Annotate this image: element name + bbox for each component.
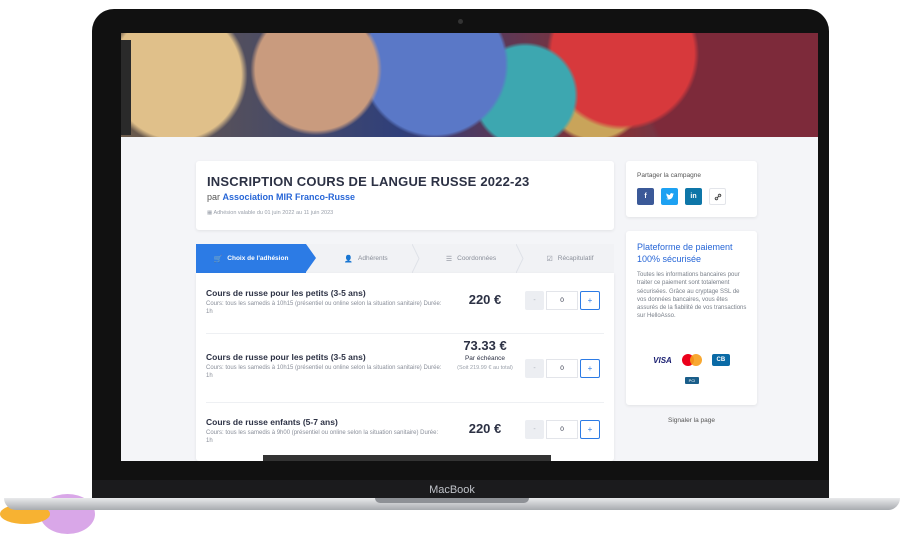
- divider: [206, 402, 604, 403]
- membership-list: Cours de russe pour les petits (3-5 ans)…: [196, 273, 614, 461]
- quantity-input[interactable]: 0: [546, 291, 578, 310]
- secure-payment-panel: Plateforme de paiement 100% sécurisée To…: [626, 231, 757, 405]
- installment-label: Par échéance: [464, 355, 506, 362]
- tab-adherents[interactable]: 👤 Adhérents: [316, 244, 416, 273]
- validity-label: Adhésion valable du 01 juin 2022 au 11 j…: [213, 210, 334, 216]
- quantity-input[interactable]: 0: [546, 359, 578, 378]
- item-title: Cours de russe pour les petits (3-5 ans): [206, 288, 366, 298]
- tab-choix-adhesion[interactable]: 🛒 Choix de l'adhésion: [196, 244, 306, 273]
- organizer-line: par Association MIR Franco-Russe: [207, 192, 355, 202]
- check-icon: ☑: [546, 255, 553, 263]
- checkout-steps: 🛒 Choix de l'adhésion 👤 Adhérents ☰ Coor…: [196, 244, 614, 273]
- decrement-button[interactable]: -: [525, 359, 544, 378]
- payment-title: Plateforme de paiement 100% sécurisée: [637, 242, 733, 264]
- laptop-notch: [375, 498, 529, 503]
- cart-icon: 🛒: [213, 255, 223, 263]
- share-title: Partager la campagne: [637, 172, 701, 179]
- link-icon[interactable]: [709, 188, 726, 205]
- bottom-overlay: [263, 455, 551, 461]
- item-title: Cours de russe pour les petits (3-5 ans): [206, 352, 366, 362]
- item-price: 220 €: [468, 292, 502, 307]
- tab-recapitulatif[interactable]: ☑ Récapitulatif: [526, 244, 614, 273]
- payment-logos: VISA CB: [626, 354, 757, 366]
- step-label: Adhérents: [358, 255, 388, 262]
- item-price: 73.33 €: [463, 338, 507, 353]
- increment-button[interactable]: +: [580, 291, 600, 310]
- twitter-icon[interactable]: [661, 188, 678, 205]
- page-title: INSCRIPTION COURS DE LANGUE RUSSE 2022-2…: [207, 174, 530, 189]
- by-prefix: par: [207, 192, 221, 202]
- quantity-input[interactable]: 0: [546, 420, 578, 439]
- user-icon: 👤: [344, 255, 354, 263]
- calendar-icon: ▦: [207, 210, 213, 216]
- step-label: Récapitulatif: [557, 255, 594, 262]
- quantity-stepper: - 0 +: [525, 359, 600, 378]
- step-separator: [412, 244, 420, 273]
- item-title: Cours de russe enfants (5-7 ans): [206, 417, 338, 427]
- quantity-stepper: - 0 +: [525, 291, 600, 310]
- report-link[interactable]: Signaler la page: [626, 417, 757, 424]
- decrement-button[interactable]: -: [525, 291, 544, 310]
- increment-button[interactable]: +: [580, 420, 600, 439]
- screen: INSCRIPTION COURS DE LANGUE RUSSE 2022-2…: [121, 33, 818, 461]
- step-label: Choix de l'adhésion: [227, 255, 289, 262]
- item-description: Cours: tous les samedis à 9h00 (présenti…: [206, 430, 439, 444]
- organization-link[interactable]: Association MIR Franco-Russe: [223, 192, 356, 202]
- list-icon: ☰: [445, 255, 453, 263]
- installment-total: (Soit 219.99 € au total): [457, 365, 513, 371]
- share-panel: Partager la campagne f in: [626, 161, 757, 217]
- linkedin-icon[interactable]: in: [685, 188, 702, 205]
- item-description: Cours: tous les samedis à 10h15 (présent…: [206, 365, 442, 379]
- camera-icon: [458, 19, 463, 24]
- decrement-button[interactable]: -: [525, 420, 544, 439]
- quantity-stepper: - 0 +: [525, 420, 600, 439]
- share-buttons: f in: [637, 188, 733, 205]
- banner-image: [121, 33, 818, 137]
- item-description: Cours: tous les samedis à 10h15 (présent…: [206, 301, 442, 315]
- device-brand: MacBook: [429, 484, 475, 496]
- facebook-icon[interactable]: f: [637, 188, 654, 205]
- step-arrow: [306, 244, 316, 272]
- step-separator: [516, 244, 524, 273]
- validity-text: ▦ Adhésion valable du 01 juin 2022 au 11…: [207, 210, 333, 216]
- item-price: 220 €: [468, 421, 502, 436]
- payment-description: Toutes les informations bancaires pour t…: [637, 272, 747, 320]
- tab-coordonnees[interactable]: ☰ Coordonnées: [421, 244, 521, 273]
- campaign-header: INSCRIPTION COURS DE LANGUE RUSSE 2022-2…: [196, 161, 614, 230]
- banner-edge: [121, 40, 131, 135]
- cb-logo: CB: [711, 354, 730, 366]
- divider: [206, 333, 604, 334]
- step-label: Coordonnées: [457, 255, 497, 262]
- increment-button[interactable]: +: [580, 359, 600, 378]
- mastercard-logo: [681, 354, 702, 366]
- secure-logo: PCI: [685, 377, 699, 384]
- visa-logo: VISA: [653, 355, 672, 365]
